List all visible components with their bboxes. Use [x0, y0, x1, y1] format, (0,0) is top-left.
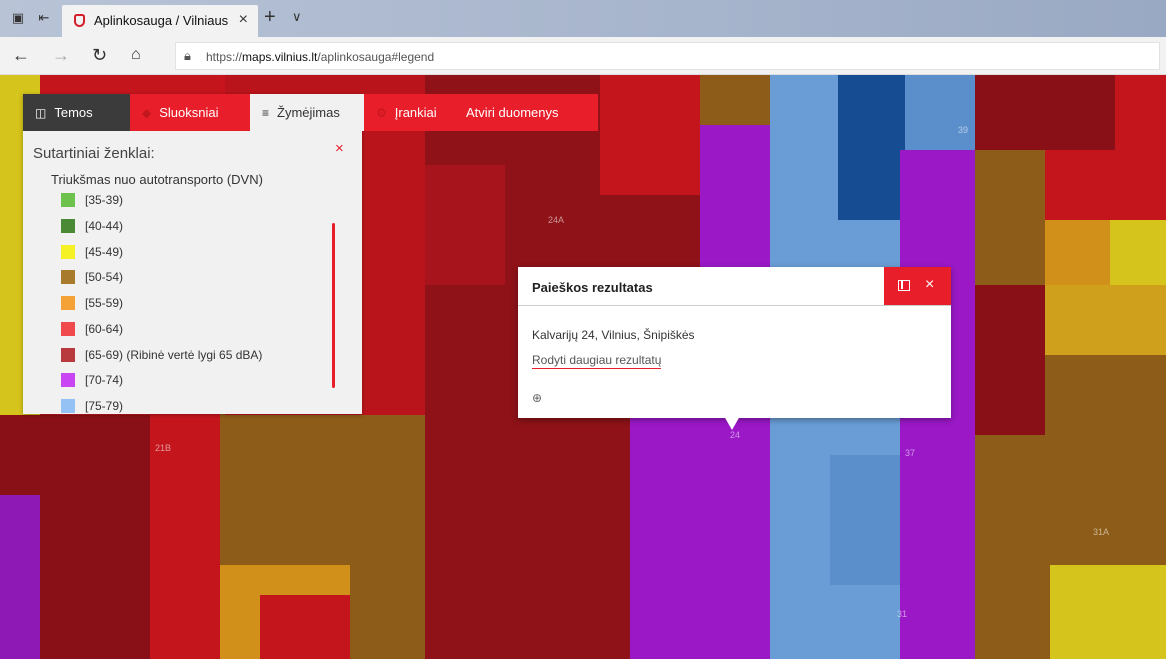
legend-swatch — [61, 193, 75, 207]
building-number-label: 31 — [897, 609, 908, 619]
map-area — [1045, 220, 1115, 290]
map-area — [838, 75, 908, 220]
map-area — [830, 455, 900, 585]
legend-panel: ◫ Temos ◆ Sluoksniai ≡ Žymėjimas ⚙ Įrank… — [23, 94, 598, 414]
map-area — [425, 165, 505, 285]
legend-list: Triukšmas nuo autotransporto (DVN) [35-3… — [23, 172, 362, 414]
legend-swatch — [61, 373, 75, 387]
address-bar: ← → ↻ ⌂ 🔒︎ https://maps.vilnius.lt/aplin… — [0, 37, 1166, 75]
legend-item: [35-39) — [61, 192, 123, 208]
legend-item: [40-44) — [61, 218, 123, 234]
new-tab-button[interactable]: + — [264, 6, 276, 29]
search-result-popup: Paieškos rezultatas × Kalvarijų 24, Viln… — [518, 267, 951, 430]
tools-icon: ⚙ — [376, 105, 387, 120]
tab-close-icon[interactable]: × — [239, 11, 248, 29]
building-number-label: 37 — [905, 448, 916, 458]
result-address: Kalvarijų 24, Vilnius, Šnipiškės — [532, 328, 695, 342]
map-area — [0, 495, 40, 659]
legend-swatch — [61, 296, 75, 310]
legend-swatch — [61, 322, 75, 336]
map-area — [975, 285, 1045, 435]
map-area — [1045, 285, 1166, 355]
map-area — [1050, 565, 1166, 659]
tab-label: Temos — [54, 105, 93, 120]
tab-list-chevron-icon[interactable]: ∨ — [292, 9, 302, 25]
legend-item: [45-49) — [61, 244, 123, 260]
legend-item: [75-79) — [61, 398, 123, 414]
close-icon[interactable]: × — [335, 140, 344, 157]
tab-sluoksniai[interactable]: ◆ Sluoksniai — [130, 94, 250, 131]
legend-item: [65-69) (Ribinė vertė lygi 65 dBA) — [61, 347, 262, 363]
legend-label: [35-39) — [85, 193, 124, 207]
tab-label: Sluoksniai — [159, 105, 219, 120]
home-icon[interactable]: ⌂ — [131, 45, 141, 65]
legend-swatch — [61, 245, 75, 259]
building-number-label: 39 — [958, 125, 969, 135]
map-area — [905, 75, 975, 150]
more-results-link[interactable]: Rodyti daugiau rezultatų — [532, 353, 662, 369]
legend-label: [50-54) — [85, 270, 124, 284]
legend-label: [75-79) — [85, 399, 124, 413]
map-area — [700, 75, 770, 125]
legend-swatch — [61, 270, 75, 284]
popup-header: Paieškos rezultatas × — [518, 267, 951, 306]
legend-label: [60-64) — [85, 322, 124, 336]
legend-swatch — [61, 348, 75, 362]
legend-item: [60-64) — [61, 321, 123, 337]
set-aside-tabs-icon[interactable]: ⇤ — [36, 10, 52, 26]
legend-group-title: Triukšmas nuo autotransporto (DVN) — [51, 172, 263, 187]
browser-tab[interactable]: Aplinkosauga / Vilniaus × — [62, 5, 258, 37]
tab-atviri-duomenys[interactable]: Atviri duomenys — [454, 94, 598, 131]
close-icon[interactable]: × — [925, 276, 934, 294]
back-arrow-icon[interactable]: ← — [12, 45, 30, 65]
building-number-label: 31A — [1093, 527, 1110, 537]
legend-swatch — [61, 219, 75, 233]
legend-label: [70-74) — [85, 373, 124, 387]
building-number-label: 21B — [155, 443, 172, 453]
popup-pointer — [724, 416, 740, 430]
tab-label: Įrankiai — [394, 105, 437, 120]
tab-temos[interactable]: ◫ Temos — [23, 94, 130, 131]
panel-tabs: ◫ Temos ◆ Sluoksniai ≡ Žymėjimas ⚙ Įrank… — [23, 94, 598, 131]
tab-label: Žymėjimas — [277, 105, 340, 120]
dock-icon[interactable] — [898, 280, 910, 291]
stack-icon: ◆ — [142, 105, 152, 120]
map-area — [350, 415, 425, 659]
popup-title: Paieškos rezultatas — [532, 280, 653, 295]
menu-icon: ≡ — [262, 105, 270, 120]
zoom-in-icon[interactable]: ⊕ — [532, 391, 542, 405]
map-area — [975, 75, 1115, 150]
map-area — [260, 595, 350, 659]
building-number-label: 24 — [730, 430, 741, 440]
url-field[interactable]: 🔒︎ https://maps.vilnius.lt/aplinkosauga#… — [175, 42, 1160, 70]
legend-item: [50-54) — [61, 269, 123, 285]
tab-irankiai[interactable]: ⚙ Įrankiai — [364, 94, 454, 131]
url-text: https://maps.vilnius.lt/aplinkosauga#leg… — [206, 50, 435, 64]
legend-item: [70-74) — [61, 372, 123, 388]
site-favicon-icon — [74, 14, 85, 27]
map-area — [600, 75, 700, 195]
legend-swatch — [61, 399, 75, 413]
legend-item: [55-59) — [61, 295, 123, 311]
legend-title: Sutartiniai ženklai: — [33, 145, 155, 162]
legend-label: [45-49) — [85, 245, 124, 259]
legend-label: [40-44) — [85, 219, 124, 233]
legend-label: [65-69) (Ribinė vertė lygi 65 dBA) — [85, 348, 263, 362]
tab-zymejimas[interactable]: ≡ Žymėjimas — [250, 94, 364, 131]
tab-label: Atviri duomenys — [466, 105, 559, 120]
tab-actions-icon[interactable]: ▣ — [10, 10, 26, 26]
popup-header-buttons: × — [884, 267, 951, 305]
forward-arrow-icon[interactable]: → — [52, 45, 70, 65]
legend-label: [55-59) — [85, 296, 124, 310]
lock-icon: 🔒︎ — [184, 48, 191, 63]
browser-tab-bar: ▣ ⇤ Aplinkosauga / Vilniaus × + ∨ — [0, 0, 1166, 37]
building-number-label: 24A — [548, 215, 565, 225]
tab-title: Aplinkosauga / Vilniaus — [94, 13, 229, 28]
map-area — [975, 150, 1045, 285]
refresh-icon[interactable]: ↻ — [92, 45, 107, 65]
layers-icon: ◫ — [35, 105, 47, 120]
legend-scrollbar[interactable] — [332, 223, 335, 388]
